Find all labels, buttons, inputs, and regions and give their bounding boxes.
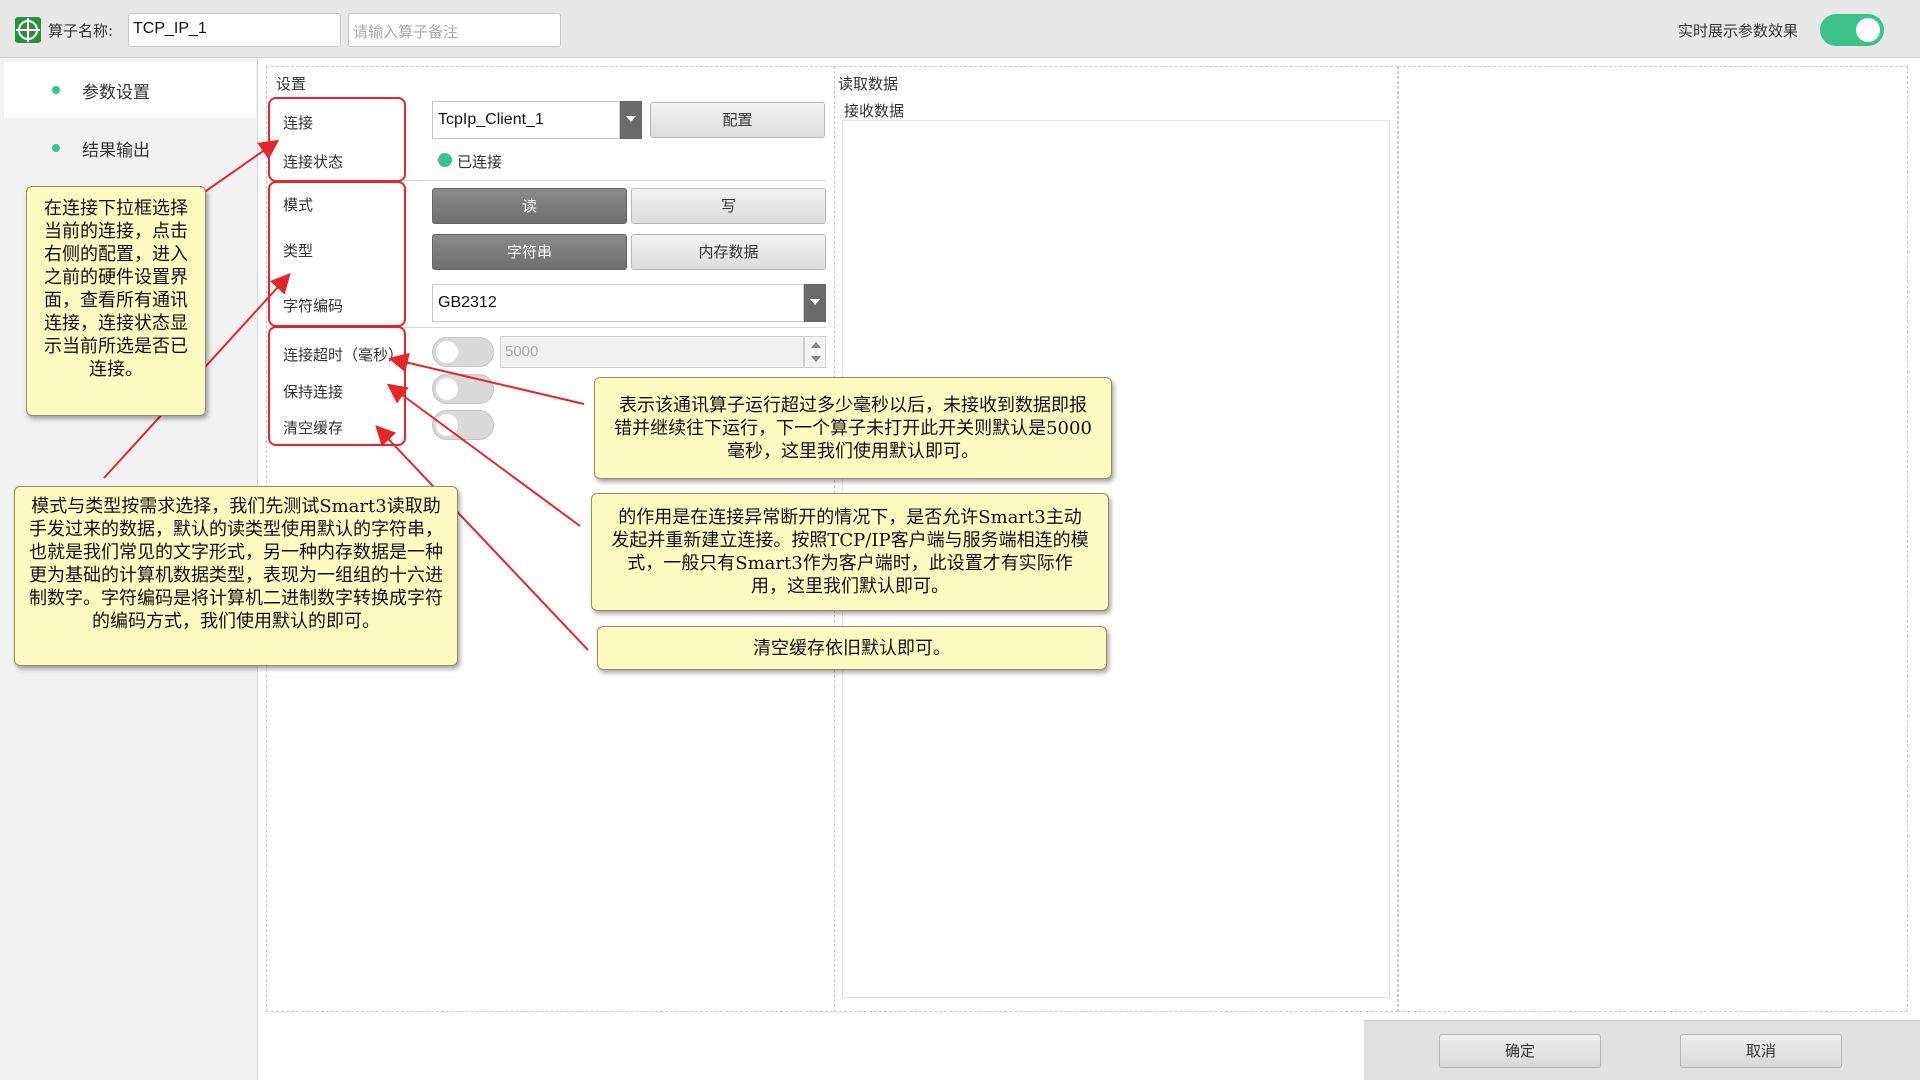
connection-highlight [268, 97, 406, 182]
sidebar-item-label: 参数设置 [82, 83, 150, 103]
confirm-button[interactable]: 确定 [1439, 1034, 1601, 1068]
encoding-select[interactable]: GB2312 [432, 284, 804, 322]
keepalive-callout: 的作用是在连接异常断开的情况下，是否允许Smart3主动发起并重新建立连接。按照… [591, 493, 1109, 611]
timeout-toggle[interactable] [432, 337, 494, 367]
type-memory-button[interactable]: 内存数据 [631, 234, 826, 270]
options-highlight [268, 326, 406, 446]
keepalive-toggle[interactable] [432, 374, 494, 404]
settings-title: 设置 [276, 75, 307, 93]
mode-write-button[interactable]: 写 [631, 188, 826, 224]
type-string-button[interactable]: 字符串 [432, 234, 627, 270]
realtime-preview-label: 实时展示参数效果 [1678, 22, 1799, 40]
bullet-icon [52, 144, 60, 152]
sidebar-item-result-output[interactable]: 结果输出 [4, 120, 256, 176]
empty-panel [1398, 66, 1908, 1012]
connection-callout: 在连接下拉框选择当前的连接，点击右侧的配置，进入之前的硬件设置界面，查看所有通讯… [26, 186, 206, 416]
operator-name-input[interactable]: TCP_IP_1 [128, 13, 341, 47]
mode-type-highlight [268, 181, 406, 327]
read-data-title: 读取数据 [838, 75, 899, 93]
connection-status-value: 已连接 [457, 153, 503, 171]
mode-type-callout: 模式与类型按需求选择，我们先测试Smart3读取助手发过来的数据，默认的读类型使… [14, 486, 458, 666]
config-button[interactable]: 配置 [650, 102, 825, 138]
operator-name-label: 算子名称: [48, 22, 114, 40]
spinner-icon[interactable] [804, 336, 826, 368]
mode-read-button[interactable]: 读 [432, 188, 627, 224]
clear-cache-callout: 清空缓存依旧默认即可。 [597, 626, 1107, 670]
connection-select[interactable]: TcpIp_Client_1 [432, 101, 620, 139]
receive-data-label: 接收数据 [844, 102, 905, 120]
sidebar-item-parameters[interactable]: 参数设置 [4, 62, 256, 118]
chevron-down-icon[interactable] [804, 284, 826, 322]
clear-cache-toggle[interactable] [432, 410, 494, 440]
bullet-icon [52, 86, 60, 94]
timeout-input[interactable]: 5000 [500, 336, 804, 368]
operator-logo-icon [15, 17, 41, 43]
sidebar-item-label: 结果输出 [82, 141, 150, 161]
timeout-callout: 表示该通讯算子运行超过多少毫秒以后，未接收到数据即报错并继续往下运行，下一个算子… [594, 377, 1112, 479]
operator-note-input[interactable]: 请输入算子备注 [348, 13, 561, 47]
cancel-button[interactable]: 取消 [1680, 1034, 1842, 1068]
chevron-down-icon[interactable] [620, 101, 642, 139]
status-dot-icon [438, 153, 452, 167]
realtime-preview-toggle[interactable] [1820, 14, 1884, 46]
